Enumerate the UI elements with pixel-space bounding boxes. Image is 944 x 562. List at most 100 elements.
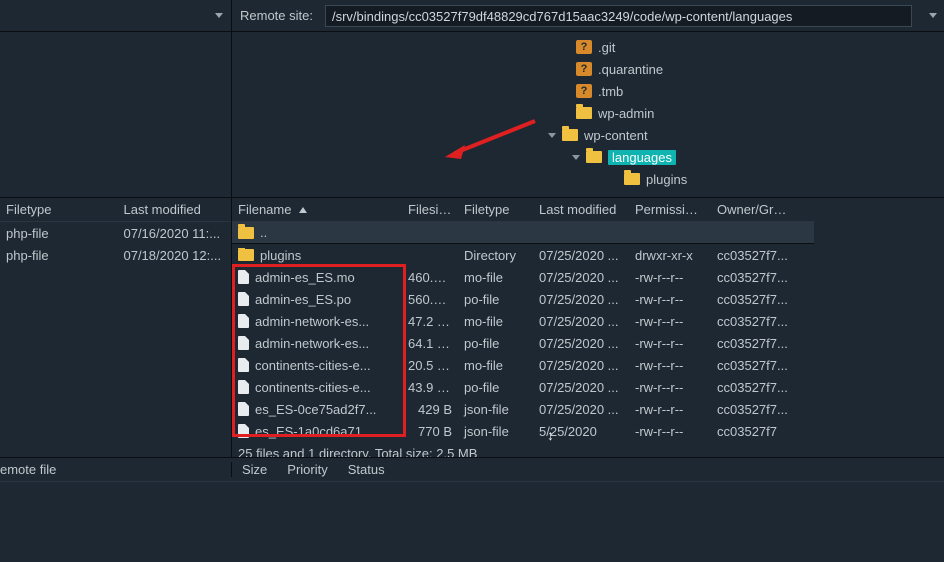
cell-size: 770 B — [402, 424, 458, 439]
remote-path-dropdown[interactable] — [916, 0, 944, 31]
sort-asc-icon — [299, 207, 307, 213]
tree-item[interactable]: plugins — [232, 168, 944, 190]
col-owner-group[interactable]: Owner/Group — [711, 202, 796, 217]
remote-list-header[interactable]: Filename Filesize Filetype Last modified… — [232, 198, 814, 222]
cell-owner: cc03527f7... — [711, 358, 796, 373]
file-icon — [238, 314, 249, 328]
cell-modified: 07/25/2020 ... — [533, 292, 629, 307]
cell-owner: cc03527f7... — [711, 380, 796, 395]
cell-modified: 5/25/2020 — [533, 424, 629, 439]
cell-modified: 07/25/2020 ... — [533, 314, 629, 329]
col-filename[interactable]: Filename — [232, 202, 402, 217]
cell-size: 460.9 KB — [402, 270, 458, 285]
up-label: .. — [260, 225, 267, 240]
cell-owner: cc03527f7... — [711, 270, 796, 285]
cell-permissions: -rw-r--r-- — [629, 424, 711, 439]
col-last-modified[interactable]: Last modified — [533, 202, 629, 217]
cell-name: es_ES-1a0cd6a71 — [232, 424, 402, 439]
col-priority[interactable]: Priority — [277, 462, 337, 477]
cell-owner: cc03527f7... — [711, 402, 796, 417]
expand-arrow-icon[interactable] — [572, 155, 580, 160]
file-icon — [238, 358, 249, 372]
chevron-down-icon — [929, 13, 937, 18]
cell-type: mo-file — [458, 270, 533, 285]
list-pane-row: Filetype Last modified php-file07/16/202… — [0, 198, 944, 458]
cell-type: po-file — [458, 380, 533, 395]
cell-type: mo-file — [458, 358, 533, 373]
cell-modified: 07/16/2020 11:... — [117, 226, 231, 241]
list-item[interactable]: pluginsDirectory07/25/2020 ...drwxr-xr-x… — [232, 244, 814, 266]
cell-modified: 07/18/2020 12:... — [117, 248, 231, 263]
cell-modified: 07/25/2020 ... — [533, 358, 629, 373]
remote-file-list[interactable]: Filename Filesize Filetype Last modified… — [232, 198, 944, 457]
cell-size: 20.5 KB — [402, 358, 458, 373]
folder-icon — [624, 173, 640, 185]
unknown-folder-icon: ? — [576, 84, 592, 98]
queue-header[interactable]: emote file Size Priority Status — [0, 458, 944, 482]
cell-size: 64.1 KB — [402, 336, 458, 351]
cell-type: po-file — [458, 336, 533, 351]
expand-arrow-icon[interactable] — [548, 133, 556, 138]
cell-permissions: -rw-r--r-- — [629, 270, 711, 285]
cell-type: mo-file — [458, 314, 533, 329]
list-item[interactable]: es_ES-0ce75ad2f7...429 Bjson-file07/25/2… — [232, 398, 814, 420]
folder-icon — [576, 107, 592, 119]
tree-item[interactable]: wp-admin — [232, 102, 944, 124]
cell-type: Directory — [458, 248, 533, 263]
tree-item-label: .git — [598, 40, 615, 55]
list-item[interactable]: admin-es_ES.po560.9 KBpo-file07/25/2020 … — [232, 288, 814, 310]
tree-item[interactable]: ? .git — [232, 36, 944, 58]
tree-item[interactable]: ? .tmb — [232, 80, 944, 102]
folder-icon — [238, 249, 254, 261]
remote-status-line: 25 files and 1 directory. Total size: 2.… — [232, 442, 814, 457]
cell-owner: cc03527f7... — [711, 314, 796, 329]
remote-path-value: /srv/bindings/cc03527f79df48829cd767d15a… — [332, 9, 792, 24]
list-item[interactable]: continents-cities-e...20.5 KBmo-file07/2… — [232, 354, 814, 376]
cell-name: admin-network-es... — [232, 336, 402, 351]
tree-item[interactable]: languages — [232, 146, 944, 168]
list-item[interactable]: php-file07/16/2020 11:... — [0, 222, 231, 244]
col-filetype[interactable]: Filetype — [458, 202, 533, 217]
local-list-header[interactable]: Filetype Last modified — [0, 198, 231, 222]
cell-permissions: -rw-r--r-- — [629, 336, 711, 351]
local-tree[interactable] — [0, 32, 232, 197]
tree-item-label: wp-admin — [598, 106, 654, 121]
tree-item[interactable]: ?.quarantine — [232, 58, 944, 80]
up-directory-row[interactable]: .. — [232, 222, 814, 244]
local-site-dropdown[interactable] — [0, 0, 232, 31]
cell-modified: 07/25/2020 ... — [533, 270, 629, 285]
remote-site-label: Remote site: — [232, 0, 321, 31]
cell-permissions: -rw-r--r-- — [629, 292, 711, 307]
col-size[interactable]: Size — [232, 462, 277, 477]
path-bar: Remote site: /srv/bindings/cc03527f79df4… — [0, 0, 944, 32]
list-item[interactable]: admin-network-es...64.1 KBpo-file07/25/2… — [232, 332, 814, 354]
col-last-modified[interactable]: Last modified — [117, 202, 231, 217]
file-icon — [238, 380, 249, 394]
cell-owner: cc03527f7 — [711, 424, 796, 439]
col-filetype[interactable]: Filetype — [0, 202, 117, 217]
cell-owner: cc03527f7... — [711, 248, 796, 263]
col-remote-file[interactable]: emote file — [0, 462, 232, 477]
col-filename-label: Filename — [238, 202, 291, 217]
remote-tree[interactable]: ? .git ?.quarantine? .tmb wp-admin wp-content… — [232, 32, 944, 197]
cell-type: json-file — [458, 402, 533, 417]
col-permissions[interactable]: Permissions — [629, 202, 711, 217]
list-item[interactable]: continents-cities-e...43.9 KBpo-file07/2… — [232, 376, 814, 398]
cell-size: 560.9 KB — [402, 292, 458, 307]
list-item[interactable]: es_ES-1a0cd6a71770 Bjson-file5/25/2020-r… — [232, 420, 814, 442]
list-item[interactable]: admin-network-es...47.2 KBmo-file07/25/2… — [232, 310, 814, 332]
remote-path-input[interactable]: /srv/bindings/cc03527f79df48829cd767d15a… — [325, 5, 912, 27]
tree-item[interactable]: wp-content — [232, 124, 944, 146]
tree-item-label: .tmb — [598, 84, 623, 99]
list-item[interactable]: php-file07/18/2020 12:... — [0, 244, 231, 266]
cell-permissions: -rw-r--r-- — [629, 402, 711, 417]
unknown-folder-icon: ? — [576, 40, 592, 54]
local-file-list[interactable]: Filetype Last modified php-file07/16/202… — [0, 198, 232, 457]
col-status[interactable]: Status — [338, 462, 395, 477]
folder-icon — [562, 129, 578, 141]
cell-modified: 07/25/2020 ... — [533, 402, 629, 417]
cell-size: 429 B — [402, 402, 458, 417]
list-item[interactable]: admin-es_ES.mo460.9 KBmo-file07/25/2020 … — [232, 266, 814, 288]
col-filesize[interactable]: Filesize — [402, 202, 458, 217]
cell-name: plugins — [232, 248, 402, 263]
